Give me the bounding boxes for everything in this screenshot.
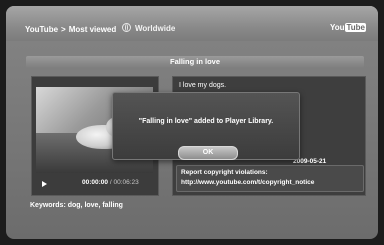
video-description: I love my dogs. [179,82,227,89]
breadcrumb: YouTube > Most viewed [25,25,116,34]
confirmation-dialog: "Falling in love" added to Player Librar… [112,92,300,160]
breadcrumb-root[interactable]: YouTube [25,25,58,34]
copyright-label: Report copyright violations: [181,169,268,176]
youtube-logo: You Tube [330,23,366,32]
copyright-url[interactable]: http://www.youtube.com/t/copyright_notic… [181,179,314,186]
timecode: 00:00:00 / 00:06:23 [82,179,139,186]
tv-screen: YouTube > Most viewed Worldwide You Tube Fa… [6,6,378,239]
ok-button[interactable]: OK [178,146,238,160]
total-time: 00:06:23 [113,179,139,186]
dialog-message: "Falling in love" added to Player Librar… [138,118,274,125]
region-label: Worldwide [135,24,176,33]
logo-tube: Tube [345,23,366,32]
header-bar: YouTube > Most viewed Worldwide You Tube [6,6,378,41]
current-time: 00:00:00 [82,179,109,186]
video-title: Falling in love [169,57,220,66]
logo-you: You [329,23,345,32]
globe-icon [122,23,131,32]
play-icon[interactable] [42,181,47,187]
keywords: Keywords: dog, love, falling [30,202,123,209]
copyright-notice: Report copyright violations: http://www.… [176,165,364,192]
region-selector[interactable]: Worldwide [122,23,175,33]
player-controls: 00:00:00 / 00:06:23 [32,178,158,195]
video-title-bar: Falling in love [26,56,364,68]
breadcrumb-current: Most viewed [68,25,117,34]
breadcrumb-separator: > [61,25,66,34]
